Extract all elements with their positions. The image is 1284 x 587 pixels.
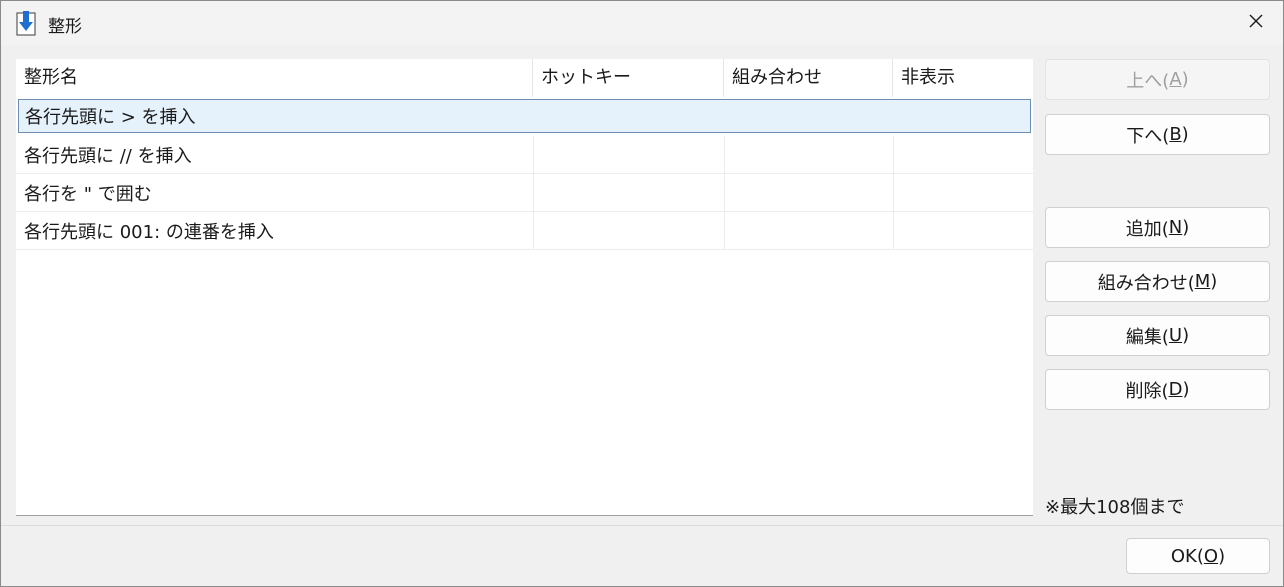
column-divider: [893, 174, 894, 211]
edit-accesskey: U: [1168, 325, 1183, 346]
column-header-hidden[interactable]: 非表示: [893, 59, 1033, 97]
list-item[interactable]: 各行を " で囲む: [16, 174, 1033, 212]
close-icon: [1248, 13, 1264, 33]
delete-button[interactable]: 削除(D): [1045, 369, 1270, 410]
column-divider: [724, 212, 725, 249]
ok-accesskey: O: [1203, 545, 1219, 567]
format-list[interactable]: 整形名 ホットキー 組み合わせ 非表示 各行先頭に > を挿入 各行先頭に //…: [16, 59, 1033, 516]
column-divider: [893, 212, 894, 249]
download-arrow-icon: [15, 10, 37, 36]
edit-label: 編集(: [1125, 326, 1169, 348]
list-item-name: 各行を " で囲む: [24, 183, 152, 205]
column-header-name[interactable]: 整形名: [16, 59, 533, 97]
column-divider: [724, 136, 725, 173]
combine-button[interactable]: 組み合わせ(M): [1045, 261, 1270, 302]
column-divider: [893, 136, 894, 173]
footer-divider: [1, 525, 1283, 526]
move-down-button[interactable]: 下へ(B): [1045, 114, 1270, 155]
column-divider: [533, 136, 534, 173]
delete-label-end: ): [1182, 379, 1190, 400]
add-label-end: ): [1182, 217, 1190, 238]
combine-label-end: ): [1210, 271, 1218, 292]
column-divider: [533, 212, 534, 249]
move-down-label-end: ): [1181, 124, 1189, 145]
delete-label: 削除(: [1125, 380, 1169, 402]
window-title: 整形: [48, 17, 82, 37]
list-item[interactable]: 各行先頭に // を挿入: [16, 136, 1033, 174]
combine-label: 組み合わせ(: [1097, 272, 1195, 294]
title-bar: 整形: [1, 1, 1283, 45]
list-item-name: 各行先頭に > を挿入: [25, 107, 196, 128]
column-header-hotkey[interactable]: ホットキー: [533, 59, 724, 97]
list-item[interactable]: 各行先頭に 001: の連番を挿入: [16, 212, 1033, 250]
column-header-combination[interactable]: 組み合わせ: [724, 59, 893, 97]
list-item[interactable]: 各行先頭に > を挿入: [18, 99, 1031, 133]
max-count-note: ※最大108個まで: [1045, 497, 1185, 518]
add-accesskey: N: [1168, 217, 1183, 238]
move-up-button[interactable]: 上へ(A): [1045, 59, 1270, 100]
move-down-label: 下へ(: [1126, 125, 1170, 147]
edit-label-end: ): [1182, 325, 1190, 346]
close-button[interactable]: [1229, 1, 1283, 45]
ok-label: OK(: [1170, 545, 1204, 567]
add-label: 追加(: [1125, 218, 1169, 240]
list-item-name: 各行先頭に // を挿入: [24, 145, 192, 167]
move-up-label: 上へ(: [1126, 70, 1170, 92]
column-divider: [724, 174, 725, 211]
move-up-accesskey: A: [1169, 69, 1182, 90]
format-dialog: 整形 整形名 ホットキー 組み合わせ 非表示 各行先頭に > を挿入 各行先頭に…: [0, 0, 1284, 587]
combine-accesskey: M: [1194, 271, 1211, 292]
edit-button[interactable]: 編集(U): [1045, 315, 1270, 356]
ok-label-end: ): [1218, 545, 1226, 567]
delete-accesskey: D: [1168, 379, 1183, 400]
add-button[interactable]: 追加(N): [1045, 207, 1270, 248]
move-up-label-end: ): [1181, 69, 1189, 90]
move-down-accesskey: B: [1169, 124, 1182, 145]
ok-button[interactable]: OK(O): [1126, 538, 1270, 574]
list-header: 整形名 ホットキー 組み合わせ 非表示: [16, 59, 1033, 97]
column-divider: [533, 174, 534, 211]
list-item-name: 各行先頭に 001: の連番を挿入: [24, 221, 274, 243]
